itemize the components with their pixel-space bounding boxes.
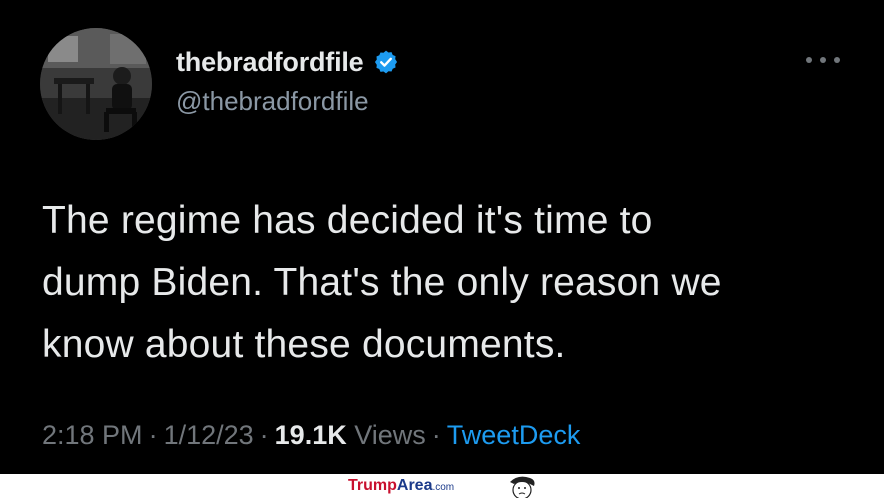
tweet-metadata: 2:18 PM · 1/12/23 · 19.1K Views · TweetDeck	[42, 420, 580, 451]
tweet-text-line: dump Biden. That's the only reason we	[42, 261, 722, 304]
separator: ·	[259, 420, 269, 450]
watermark-logo: TrumpArea.com	[348, 477, 454, 495]
display-name[interactable]: thebradfordfile	[176, 47, 364, 78]
author-handle[interactable]: @thebradfordfile	[176, 86, 369, 117]
tweet-text-line: The regime has decided it's time to	[42, 199, 653, 242]
watermark-bar: TrumpArea.com	[0, 474, 884, 498]
watermark-brand-part2: Area	[396, 477, 433, 494]
caricature-icon	[500, 474, 544, 498]
separator: ·	[431, 420, 441, 450]
tweet-time[interactable]: 2:18 PM	[42, 420, 143, 450]
separator: ·	[148, 420, 158, 450]
tweet-date[interactable]: 1/12/23	[164, 420, 254, 450]
verified-badge-icon	[373, 49, 399, 75]
tweet-text-line: know about these documents.	[42, 323, 566, 366]
watermark-brand-part1: Trump	[348, 477, 397, 494]
views-label: Views	[354, 420, 426, 450]
watermark-brand-part3: .com	[432, 482, 455, 493]
tweet-text: The regime has decided it's time to dump…	[42, 190, 862, 376]
avatar[interactable]	[40, 28, 152, 140]
tweet-source-link[interactable]: TweetDeck	[447, 420, 581, 450]
more-horizontal-icon[interactable]	[806, 50, 840, 70]
tweet-card: thebradfordfile @thebradfordfile The reg…	[0, 0, 884, 474]
views-count: 19.1K	[274, 420, 347, 450]
author-row[interactable]: thebradfordfile	[176, 44, 399, 80]
